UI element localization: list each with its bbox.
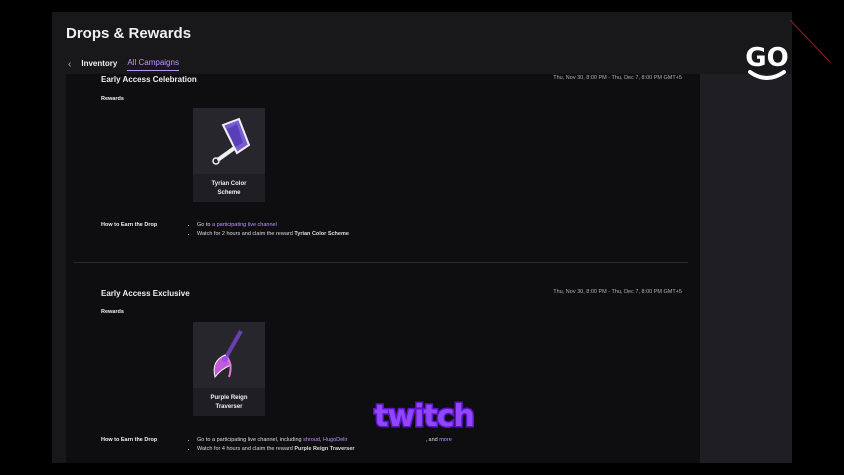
right-panel <box>700 74 792 463</box>
page-title: Drops & Rewards <box>66 25 192 42</box>
reward-card[interactable]: Purple Reign Traverser <box>193 322 265 416</box>
svg-text:twitch: twitch <box>374 399 474 434</box>
campaign-dates: Thu, Nov 30, 8:00 PM - Thu, Dec 7, 8:00 … <box>553 289 682 295</box>
channel-link-hugodelir[interactable]: HugoDelir <box>323 437 347 443</box>
divider <box>74 262 688 263</box>
list-item: Watch for 4 hours and claim the reward P… <box>197 445 452 454</box>
how-to-earn-label: How to Earn the Drop <box>101 222 158 228</box>
campaign-title: Early Access Exclusive <box>101 289 190 298</box>
go-logo-icon: GO <box>745 43 789 80</box>
campaign-dates: Thu, Nov 30, 8:00 PM - Thu, Dec 7, 8:00 … <box>553 75 682 81</box>
list-item: Watch for 2 hours and claim the reward T… <box>197 230 349 239</box>
rewards-label: Rewards <box>101 96 124 102</box>
reward-name: Tyrian Color Scheme <box>211 181 247 196</box>
drops-page: Drops & Rewards ‹ Inventory All Campaign… <box>52 12 792 463</box>
twitch-logo-icon: twitch <box>373 398 477 436</box>
participating-channel-link[interactable]: a participating live channel <box>212 222 277 228</box>
svg-text:GO: GO <box>745 43 788 73</box>
paint-brush-icon <box>193 108 265 174</box>
campaign-title: Early Access Celebration <box>101 75 197 84</box>
reward-card[interactable]: Tyrian Color Scheme <box>193 108 265 202</box>
reward-name: Purple Reign Traverser <box>210 395 248 410</box>
earn-steps: Go to a participating live channel Watch… <box>189 221 349 239</box>
channel-link-shroud[interactable]: shroud <box>303 437 320 443</box>
corner-line-decoration <box>789 19 831 63</box>
scythe-weapon-icon <box>193 322 265 388</box>
list-item: Go to a participating live channel <box>197 221 349 230</box>
tab-bar: ‹ Inventory All Campaigns <box>68 58 179 71</box>
chevron-left-icon[interactable]: ‹ <box>68 59 71 70</box>
tab-all-campaigns[interactable]: All Campaigns <box>127 58 179 71</box>
tab-inventory[interactable]: Inventory <box>81 59 117 71</box>
earn-steps: Go to a participating live channel, incl… <box>189 436 452 454</box>
how-to-earn-label: How to Earn the Drop <box>101 437 158 443</box>
rewards-label: Rewards <box>101 309 124 315</box>
